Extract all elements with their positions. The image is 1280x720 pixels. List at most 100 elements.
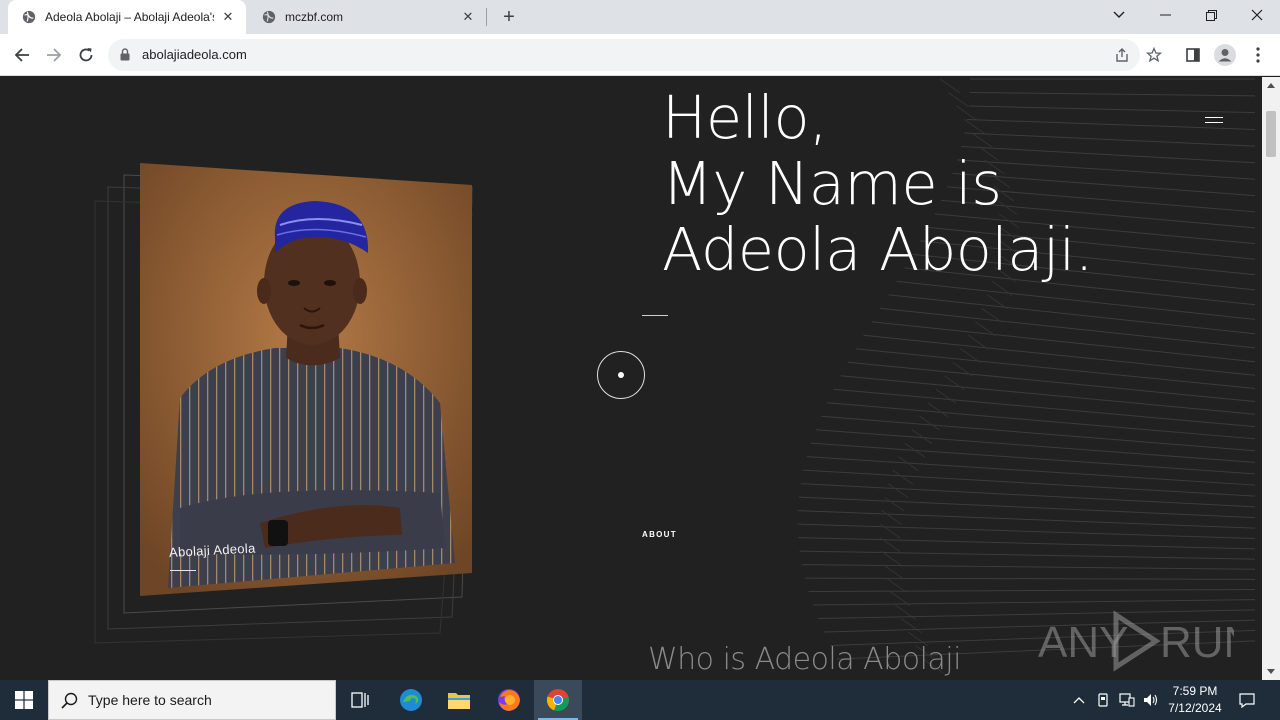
- clock-time: 7:59 PM: [1172, 684, 1218, 698]
- portrait-photo: [140, 163, 472, 596]
- clock-date: 7/12/2024: [1168, 701, 1222, 715]
- scroll-up-icon[interactable]: [1267, 83, 1275, 88]
- ribbon-line: [797, 523, 1256, 540]
- back-button[interactable]: [9, 42, 35, 68]
- hero-heading: Hello, My Name is Adeola Abolaji.: [662, 85, 1093, 283]
- task-view-button[interactable]: [336, 680, 384, 720]
- task-view-icon: [351, 692, 369, 708]
- ribbon-edge: [927, 402, 948, 418]
- url-text[interactable]: abolajiadeola.com: [142, 47, 247, 62]
- profile-icon: [1214, 44, 1236, 66]
- side-panel-icon: [1186, 48, 1200, 62]
- ribbon-edge: [892, 469, 914, 485]
- taskbar-file-explorer[interactable]: [435, 680, 483, 720]
- tray-network[interactable]: [1117, 680, 1137, 720]
- ribbon-edge: [882, 564, 904, 579]
- edge-icon: [400, 689, 422, 711]
- share-icon[interactable]: [1114, 47, 1130, 63]
- minimize-button[interactable]: [1142, 0, 1188, 30]
- restore-icon: [1205, 9, 1217, 21]
- tab-close-icon[interactable]: ✕: [460, 9, 476, 25]
- file-explorer-icon: [448, 693, 470, 709]
- tab-strip: Adeola Abolaji – Abolaji Adeola's ✕ mczb…: [0, 0, 1280, 34]
- usb-icon: [1098, 693, 1108, 707]
- forward-icon: [47, 48, 62, 62]
- tab-active[interactable]: Adeola Abolaji – Abolaji Adeola's ✕: [8, 0, 246, 34]
- custom-cursor-dot: [618, 372, 624, 378]
- about-label[interactable]: ABOUT: [642, 530, 677, 539]
- tab-title: Adeola Abolaji – Abolaji Adeola's: [45, 10, 214, 24]
- ribbon-line: [806, 456, 1256, 486]
- restore-button[interactable]: [1188, 0, 1234, 30]
- ribbon-line: [810, 442, 1256, 475]
- show-hidden-icons[interactable]: [1070, 680, 1088, 720]
- tab-close-icon[interactable]: ✕: [220, 9, 236, 25]
- hero-line-intro: My Name is: [662, 149, 1002, 218]
- taskbar-clock[interactable]: 7:59 PM 7/12/2024: [1160, 683, 1230, 717]
- tab-search-button[interactable]: [1096, 0, 1142, 30]
- hamburger-menu-icon[interactable]: [1205, 115, 1223, 125]
- tab-separator: [486, 8, 487, 26]
- ribbon-line: [798, 496, 1256, 519]
- scrollbar-thumb[interactable]: [1266, 111, 1276, 157]
- reload-icon: [79, 48, 93, 62]
- firefox-icon: [498, 689, 520, 711]
- taskbar-search-box[interactable]: Type here to search: [48, 680, 336, 720]
- ribbon-edge: [887, 483, 909, 499]
- globe-icon: [22, 10, 36, 24]
- forward-button[interactable]: [41, 42, 67, 68]
- action-center-button[interactable]: [1232, 680, 1262, 720]
- hero-line-name: Adeola Abolaji.: [662, 215, 1093, 284]
- section-title: Who is Adeola Abolaji: [648, 642, 961, 677]
- ribbon-edge: [944, 375, 965, 391]
- lock-icon[interactable]: [120, 48, 130, 61]
- close-icon: [1251, 9, 1263, 21]
- tab-inactive[interactable]: mczbf.com ✕: [248, 0, 486, 34]
- chrome-icon: [546, 689, 569, 712]
- hero-divider: [642, 315, 668, 316]
- network-icon: [1119, 693, 1135, 707]
- address-bar[interactable]: abolajiadeola.com: [108, 39, 1162, 71]
- scroll-down-icon[interactable]: [1267, 669, 1275, 674]
- new-tab-button[interactable]: +: [499, 7, 519, 27]
- browser-toolbar: abolajiadeola.com: [0, 34, 1280, 76]
- taskbar-edge[interactable]: [387, 680, 435, 720]
- start-button[interactable]: [0, 680, 48, 720]
- chevron-down-icon: [1113, 11, 1125, 18]
- tray-volume[interactable]: [1141, 680, 1161, 720]
- ribbon-edge: [884, 496, 905, 512]
- taskbar-chrome[interactable]: [534, 680, 582, 720]
- chevron-up-icon: [1073, 697, 1085, 704]
- ribbon-edge: [885, 577, 907, 593]
- notification-icon: [1239, 692, 1255, 708]
- reload-button[interactable]: [73, 42, 99, 68]
- ribbon-line: [888, 294, 1256, 335]
- ribbon-line: [799, 550, 1256, 560]
- ribbon-edge: [881, 510, 903, 526]
- search-placeholder[interactable]: Type here to search: [88, 692, 212, 708]
- ribbon-line: [803, 469, 1256, 497]
- star-icon[interactable]: [1146, 47, 1162, 63]
- anyrun-watermark: ANY RUN: [1038, 610, 1234, 672]
- web-page: Abolaji Adeola Hello, My Name is Adeola …: [0, 77, 1262, 680]
- ribbon-line: [815, 429, 1256, 463]
- browser-menu-button[interactable]: [1245, 42, 1271, 68]
- page-scrollbar[interactable]: [1262, 77, 1280, 680]
- back-icon: [14, 48, 29, 62]
- ribbon-line: [808, 589, 1256, 593]
- volume-icon: [1144, 694, 1158, 706]
- hero-line-greeting: Hello,: [662, 83, 828, 152]
- ribbon-edge: [900, 618, 922, 633]
- taskbar-firefox[interactable]: [485, 680, 533, 720]
- tab-title: mczbf.com: [285, 10, 344, 24]
- tray-device[interactable]: [1094, 680, 1112, 720]
- profile-button[interactable]: [1212, 42, 1238, 68]
- close-window-button[interactable]: [1234, 0, 1280, 30]
- watermark-text-right: RUN: [1160, 618, 1234, 667]
- globe-icon: [262, 10, 276, 24]
- side-panel-button[interactable]: [1180, 42, 1206, 68]
- search-icon: [61, 692, 78, 709]
- ribbon-line: [797, 510, 1256, 529]
- ribbon-edge: [935, 388, 957, 404]
- ribbon-edge: [880, 523, 901, 539]
